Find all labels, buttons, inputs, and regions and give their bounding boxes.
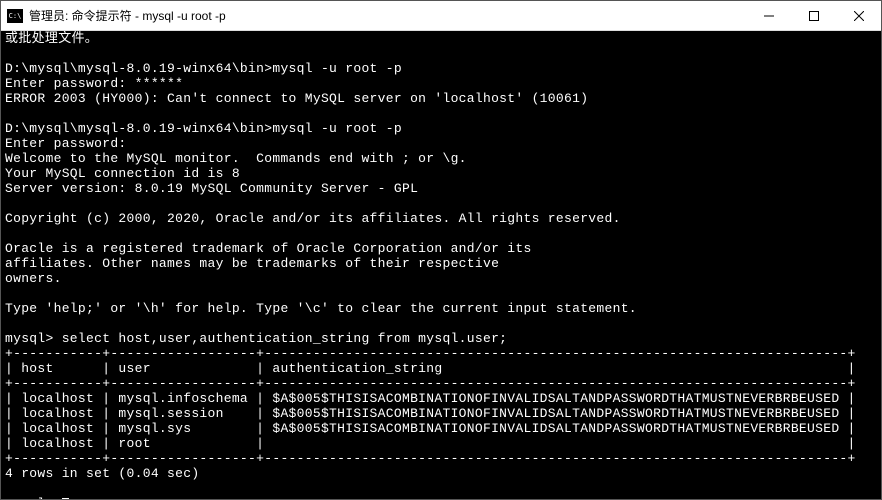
mysql-prompt: mysql> <box>5 496 62 499</box>
output-line: Welcome to the MySQL monitor. Commands e… <box>5 151 467 166</box>
maximize-button[interactable] <box>791 1 836 30</box>
table-row: | localhost | mysql.infoschema | $A$005$… <box>5 391 856 406</box>
window-titlebar: 管理员: 命令提示符 - mysql -u root -p <box>1 1 881 31</box>
cmd-icon <box>7 9 23 23</box>
terminal-output[interactable]: 或批处理文件。 D:\mysql\mysql-8.0.19-winx64\bin… <box>1 31 881 499</box>
output-line: affiliates. Other names may be trademark… <box>5 256 499 271</box>
output-line: Enter password: <box>5 136 127 151</box>
table-separator: +-----------+------------------+--------… <box>5 376 856 391</box>
window-title: 管理员: 命令提示符 - mysql -u root -p <box>29 7 746 24</box>
output-line: Enter password: ****** <box>5 76 183 91</box>
result-line: 4 rows in set (0.04 sec) <box>5 466 199 481</box>
output-line: Oracle is a registered trademark of Orac… <box>5 241 532 256</box>
command-line: D:\mysql\mysql-8.0.19-winx64\bin>mysql -… <box>5 121 402 136</box>
command-line: D:\mysql\mysql-8.0.19-winx64\bin>mysql -… <box>5 61 402 76</box>
table-row: | localhost | mysql.session | $A$005$THI… <box>5 406 856 421</box>
error-line: ERROR 2003 (HY000): Can't connect to MyS… <box>5 91 588 106</box>
table-separator: +-----------+------------------+--------… <box>5 451 856 466</box>
table-separator: +-----------+------------------+--------… <box>5 346 856 361</box>
output-line: Server version: 8.0.19 MySQL Community S… <box>5 181 418 196</box>
output-line: Copyright (c) 2000, 2020, Oracle and/or … <box>5 211 621 226</box>
close-button[interactable] <box>836 1 881 30</box>
window-controls <box>746 1 881 30</box>
query-line: mysql> select host,user,authentication_s… <box>5 331 507 346</box>
table-row: | localhost | mysql.sys | $A$005$THISISA… <box>5 421 856 436</box>
output-line: owners. <box>5 271 62 286</box>
cursor <box>62 498 69 499</box>
minimize-button[interactable] <box>746 1 791 30</box>
table-row: | localhost | root | | <box>5 436 856 451</box>
table-header: | host | user | authentication_string | <box>5 361 856 376</box>
output-line: 或批处理文件。 <box>5 31 98 46</box>
output-line: Your MySQL connection id is 8 <box>5 166 240 181</box>
output-line: Type 'help;' or '\h' for help. Type '\c'… <box>5 301 637 316</box>
